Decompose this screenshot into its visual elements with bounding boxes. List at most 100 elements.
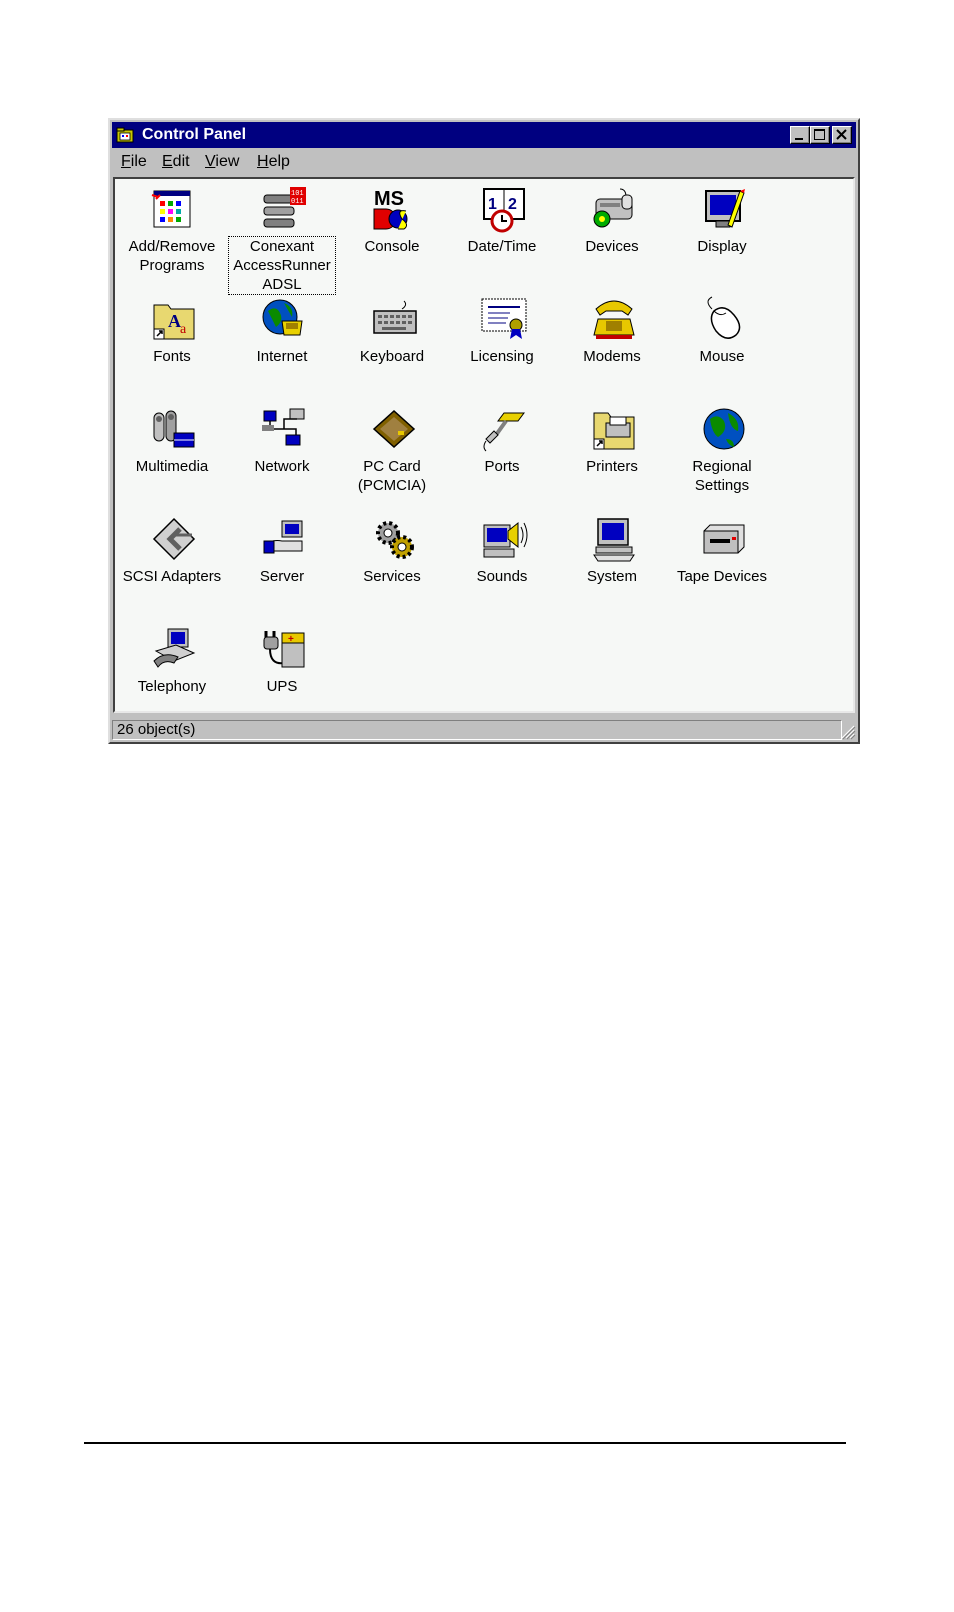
- item-mouse[interactable]: Mouse: [667, 291, 777, 401]
- item-label: Ports: [484, 458, 520, 475]
- item-label: UPS: [266, 678, 298, 695]
- internet-icon: [262, 299, 303, 336]
- icon-view[interactable]: Add/Remove Programs 101 011 Conexant Acc…: [113, 177, 855, 713]
- mouse-icon: [707, 296, 741, 339]
- item-label: SCSI Adapters: [122, 568, 222, 585]
- licensing-certificate-icon: [481, 298, 527, 339]
- item-tape-devices[interactable]: Tape Devices: [667, 511, 777, 621]
- item-fonts[interactable]: A a Fonts: [117, 291, 227, 401]
- services-gears-icon: [376, 521, 414, 559]
- display-icon: [705, 189, 745, 228]
- menu-help[interactable]: Help: [257, 153, 290, 171]
- item-label: Network: [254, 458, 310, 475]
- item-keyboard[interactable]: Keyboard: [337, 291, 447, 401]
- item-label: Display: [697, 238, 747, 255]
- server-icon: [263, 520, 303, 554]
- item-pc-card[interactable]: PC Card (PCMCIA): [337, 401, 447, 511]
- control-panel-folder-icon: [116, 127, 134, 143]
- page-divider: [84, 1442, 846, 1444]
- svg-text:MS: MS: [374, 188, 404, 210]
- ms-dos-console-icon: MS: [373, 188, 408, 230]
- item-label: Modems: [583, 348, 641, 365]
- svg-text:a: a: [180, 322, 187, 337]
- multimedia-icon: [153, 410, 195, 448]
- item-label: Date/Time: [467, 238, 537, 255]
- item-internet[interactable]: Internet: [227, 291, 337, 401]
- resize-grip-icon[interactable]: [838, 722, 856, 740]
- close-icon: [836, 129, 847, 140]
- maximize-icon: [814, 129, 825, 140]
- modem-phone-icon: [593, 300, 635, 339]
- window-title: Control Panel: [142, 126, 247, 143]
- svg-text:2: 2: [508, 196, 517, 213]
- item-date-time[interactable]: 1 2 Date/Time: [447, 181, 557, 291]
- menu-file[interactable]: File: [121, 153, 147, 171]
- scsi-icon: [152, 517, 196, 561]
- item-add-remove-programs[interactable]: Add/Remove Programs: [117, 181, 227, 291]
- svg-text:011: 011: [291, 198, 304, 206]
- ups-battery-icon: +: [263, 631, 305, 668]
- item-label: Mouse: [699, 348, 745, 365]
- network-icon: [262, 408, 305, 446]
- menu-edit[interactable]: Edit: [162, 153, 190, 171]
- minimize-button[interactable]: [790, 126, 810, 144]
- item-sounds[interactable]: Sounds: [447, 511, 557, 621]
- printers-folder-icon: [593, 412, 635, 450]
- item-console[interactable]: MS Console: [337, 181, 447, 291]
- item-ports[interactable]: Ports: [447, 401, 557, 511]
- date-time-icon: 1 2: [483, 188, 525, 233]
- item-display[interactable]: Display: [667, 181, 777, 291]
- item-label: Printers: [586, 458, 638, 475]
- item-label: Fonts: [153, 348, 191, 365]
- title-bar[interactable]: Control Panel: [112, 122, 856, 148]
- conexant-adsl-icon: 101 011: [263, 187, 306, 228]
- item-multimedia[interactable]: Multimedia: [117, 401, 227, 511]
- item-label: Internet: [256, 348, 308, 365]
- svg-text:101: 101: [291, 190, 304, 198]
- ports-icon: [483, 412, 525, 452]
- item-regional-settings[interactable]: Regional Settings: [667, 401, 777, 511]
- item-conexant-accessrunner-adsl[interactable]: 101 011 Conexant AccessRunner ADSL: [227, 181, 337, 295]
- item-label: Devices: [585, 238, 639, 255]
- item-label: PC Card (PCMCIA): [357, 458, 427, 494]
- item-server[interactable]: Server: [227, 511, 337, 621]
- devices-icon: [593, 188, 633, 228]
- item-label: Tape Devices: [676, 568, 768, 585]
- item-system[interactable]: System: [557, 511, 667, 621]
- minimize-icon: [795, 138, 803, 140]
- item-label: Telephony: [137, 678, 207, 695]
- globe-icon: [703, 408, 745, 450]
- tape-drive-icon: [703, 524, 745, 554]
- system-computer-icon: [593, 518, 635, 562]
- item-label: System: [586, 568, 637, 585]
- item-label: Regional Settings: [692, 458, 752, 494]
- pc-card-icon: [372, 409, 416, 449]
- control-panel-window: Control Panel File Edit View Help Add/Re…: [108, 118, 860, 744]
- item-label: Conexant AccessRunner ADSL: [228, 236, 336, 295]
- item-printers[interactable]: Printers: [557, 401, 667, 511]
- item-modems[interactable]: Modems: [557, 291, 667, 401]
- close-button[interactable]: [832, 126, 852, 144]
- item-licensing[interactable]: Licensing: [447, 291, 557, 401]
- svg-text:+: +: [288, 634, 294, 645]
- item-ups[interactable]: + UPS: [227, 621, 337, 731]
- item-label: Keyboard: [359, 348, 425, 365]
- item-label: Licensing: [470, 348, 534, 365]
- item-services[interactable]: Services: [337, 511, 447, 621]
- sounds-speaker-icon: [483, 521, 528, 558]
- maximize-button[interactable]: [810, 126, 830, 144]
- item-label: Sounds: [476, 568, 528, 585]
- menu-bar: File Edit View Help: [112, 150, 856, 174]
- menu-view[interactable]: View: [205, 153, 239, 171]
- item-scsi-adapters[interactable]: SCSI Adapters: [117, 511, 227, 621]
- item-devices[interactable]: Devices: [557, 181, 667, 291]
- status-bar: 26 object(s): [112, 718, 856, 740]
- item-telephony[interactable]: Telephony: [117, 621, 227, 731]
- item-network[interactable]: Network: [227, 401, 337, 511]
- fonts-folder-icon: A a: [153, 304, 195, 340]
- item-label: Multimedia: [135, 458, 209, 475]
- telephony-icon: [153, 628, 196, 668]
- status-object-count: 26 object(s): [112, 720, 842, 740]
- item-label: Add/Remove Programs: [128, 238, 216, 274]
- item-label: Console: [364, 238, 420, 255]
